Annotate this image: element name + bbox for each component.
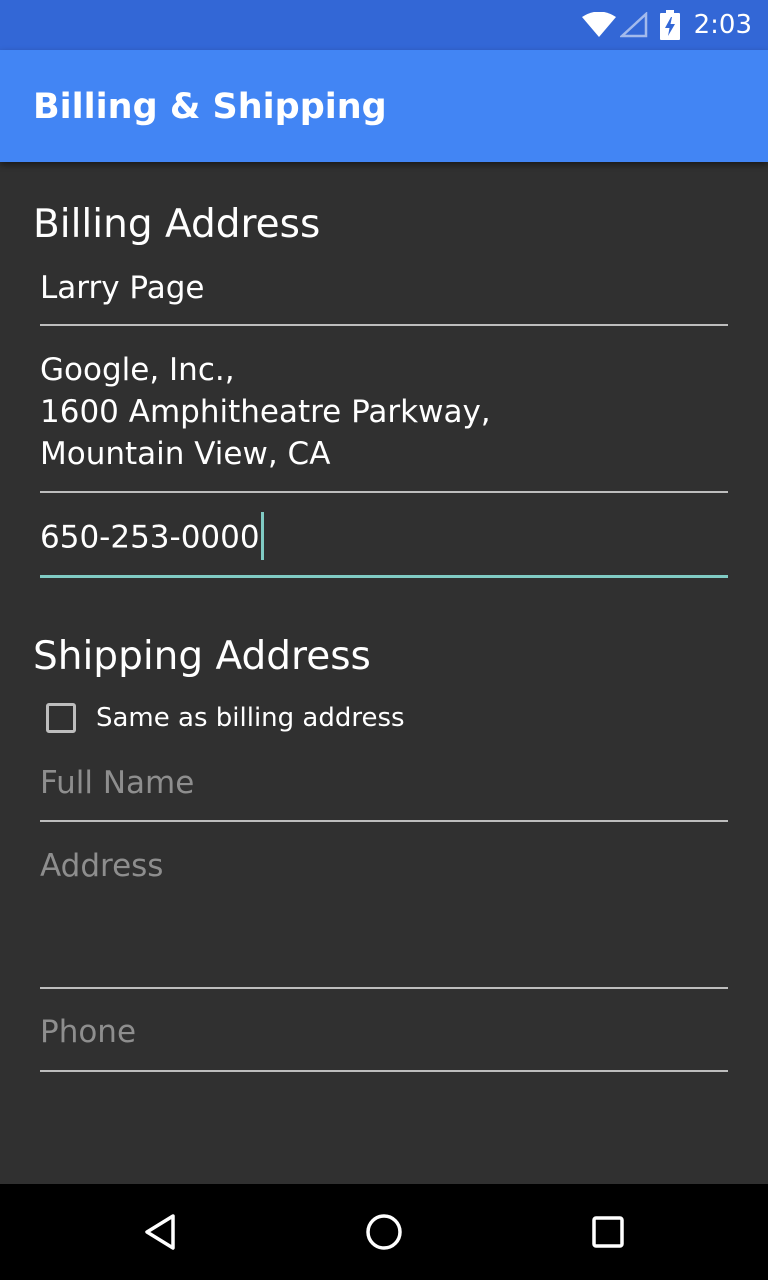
billing-phone-value: 650-253-0000	[40, 519, 260, 556]
billing-address-field[interactable]: Google, Inc., 1600 Amphitheatre Parkway,…	[40, 326, 728, 493]
status-bar: 2:03	[0, 0, 768, 50]
billing-phone-field[interactable]: 650-253-0000	[40, 493, 728, 578]
same-as-billing-row[interactable]: Same as billing address	[46, 698, 405, 738]
shipping-phone-placeholder: Phone	[40, 1014, 137, 1050]
battery-charging-icon	[659, 10, 680, 40]
same-as-billing-checkbox[interactable]	[46, 703, 76, 733]
home-button[interactable]	[354, 1202, 414, 1262]
shipping-address-placeholder: Address	[40, 848, 164, 884]
billing-address-value: Google, Inc., 1600 Amphitheatre Parkway,…	[40, 352, 491, 472]
navigation-bar	[0, 1184, 768, 1280]
same-as-billing-label[interactable]: Same as billing address	[96, 703, 405, 733]
status-clock: 2:03	[693, 10, 752, 40]
cell-signal-icon	[619, 12, 648, 38]
wifi-icon	[581, 12, 616, 38]
shipping-name-field[interactable]: Full Name	[40, 750, 728, 822]
billing-phone-text: 650-253-0000	[40, 512, 264, 563]
back-icon	[140, 1212, 180, 1252]
shipping-name-placeholder: Full Name	[40, 765, 195, 801]
back-button[interactable]	[130, 1202, 190, 1262]
billing-address-heading: Billing Address	[33, 202, 321, 247]
form-content: Billing Address Larry Page Google, Inc.,…	[0, 162, 768, 1184]
shipping-address-heading: Shipping Address	[33, 634, 371, 679]
recents-icon	[588, 1212, 628, 1252]
status-icons: 2:03	[581, 0, 752, 50]
app-bar: Billing & Shipping	[0, 50, 768, 162]
text-cursor	[260, 512, 264, 560]
billing-name-field[interactable]: Larry Page	[40, 254, 728, 326]
recents-button[interactable]	[578, 1202, 638, 1262]
shipping-address-field[interactable]: Address	[40, 822, 728, 989]
shipping-phone-field[interactable]: Phone	[40, 989, 728, 1072]
home-icon	[364, 1212, 404, 1252]
billing-name-value: Larry Page	[40, 270, 205, 306]
app-title: Billing & Shipping	[33, 87, 387, 127]
